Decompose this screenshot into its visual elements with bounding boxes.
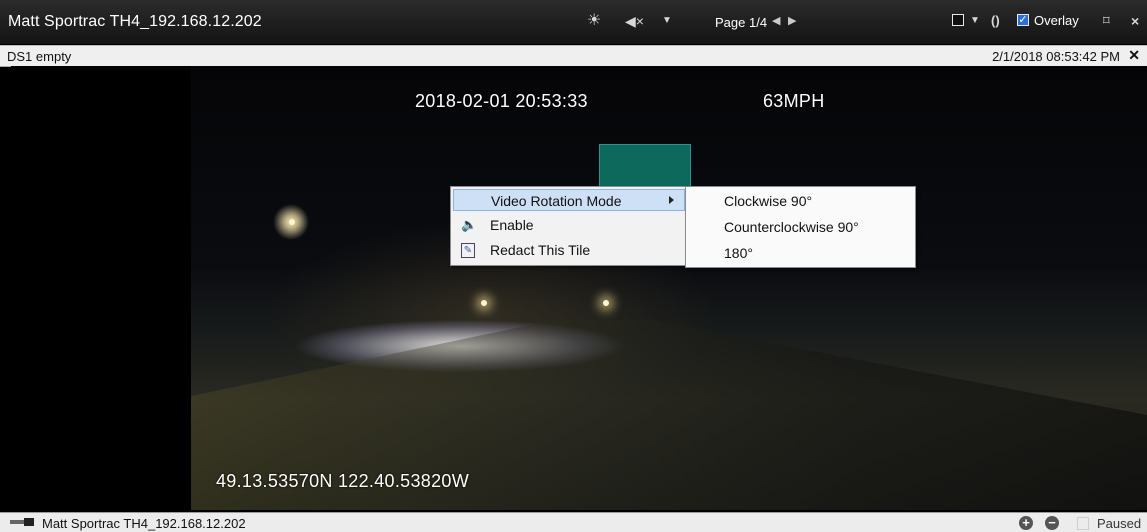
street-lamp-light [481,300,487,306]
layout-checkbox[interactable] [952,14,964,26]
submenu-item-clockwise-90[interactable]: Clockwise 90° [724,193,812,209]
close-icon[interactable]: × [1131,10,1139,32]
chevron-down-icon[interactable]: ▼ [662,10,672,32]
overlay-checkbox[interactable]: ✓ [1017,14,1029,26]
window-title: Matt Sportrac TH4_192.168.12.202 [8,13,262,30]
tile-timestamp: 2/1/2018 08:53:42 PM [992,49,1120,64]
submenu-item-counterclockwise-90[interactable]: Counterclockwise 90° [724,219,859,235]
zoom-out-icon[interactable]: − [1045,516,1059,530]
tile-close-icon[interactable]: ✕ [1128,47,1140,64]
overlay-label: Overlay [1034,13,1079,28]
camera-icon [10,518,34,526]
zoom-in-icon[interactable]: + [1019,516,1033,530]
menu-item-label: Video Rotation Mode [491,193,622,209]
traffic-light [603,300,609,306]
tile-context-menu: Video Rotation Mode 🔈 Enable ✎ Redact Th… [450,186,688,266]
rotation-submenu: Clockwise 90° Counterclockwise 90° 180° [685,186,916,268]
video-frame [191,66,1147,510]
menu-item-label: Enable [490,217,534,233]
menu-item-redact-this-tile[interactable]: ✎ Redact This Tile [453,239,685,261]
source-label: DS1 empty [7,49,72,64]
tile-status-bar: Matt Sportrac TH4_192.168.12.202 + − Pau… [0,512,1147,532]
video-gps-overlay: 49.13.53570N 122.40.53820W [216,471,469,491]
speaker-icon: 🔈 [461,217,478,232]
mute-icon[interactable]: ◀× [625,10,644,32]
submenu-item-180[interactable]: 180° [724,245,753,261]
menu-item-enable[interactable]: 🔈 Enable [453,214,685,236]
tile-infobar: DS1 empty 2/1/2018 08:53:42 PM ✕ [0,45,1147,67]
video-datetime-overlay: 2018-02-01 20:53:33 [415,91,588,111]
street-lamp-light [289,219,295,225]
redact-pen-icon: ✎ [461,243,475,258]
submenu-arrow-icon [669,196,674,204]
video-speed-overlay: 63MPH [763,91,825,111]
page-indicator: Page 1/4 [715,15,768,30]
menu-item-label: Redact This Tile [490,242,591,258]
window-titlebar: Matt Sportrac TH4_192.168.12.202 ☀ ◀× ▼ … [0,0,1147,44]
brightness-icon[interactable]: ☀ [587,10,601,32]
prev-page-icon[interactable]: ◀ [772,14,780,27]
video-tile[interactable]: 2018-02-01 20:53:33 63MPH 49.13.53570N 1… [11,66,1147,510]
camera-name: Matt Sportrac TH4_192.168.12.202 [42,516,246,531]
playback-status: Paused [1097,516,1142,531]
maximize-icon[interactable]: ⌑ [1103,10,1110,32]
next-page-icon[interactable]: ▶ [788,14,796,27]
status-box-icon [1077,517,1089,530]
rotate-icon[interactable]: () [991,10,1000,32]
layout-dropdown-icon[interactable]: ▼ [970,10,980,32]
menu-item-video-rotation-mode[interactable]: Video Rotation Mode [453,189,685,211]
